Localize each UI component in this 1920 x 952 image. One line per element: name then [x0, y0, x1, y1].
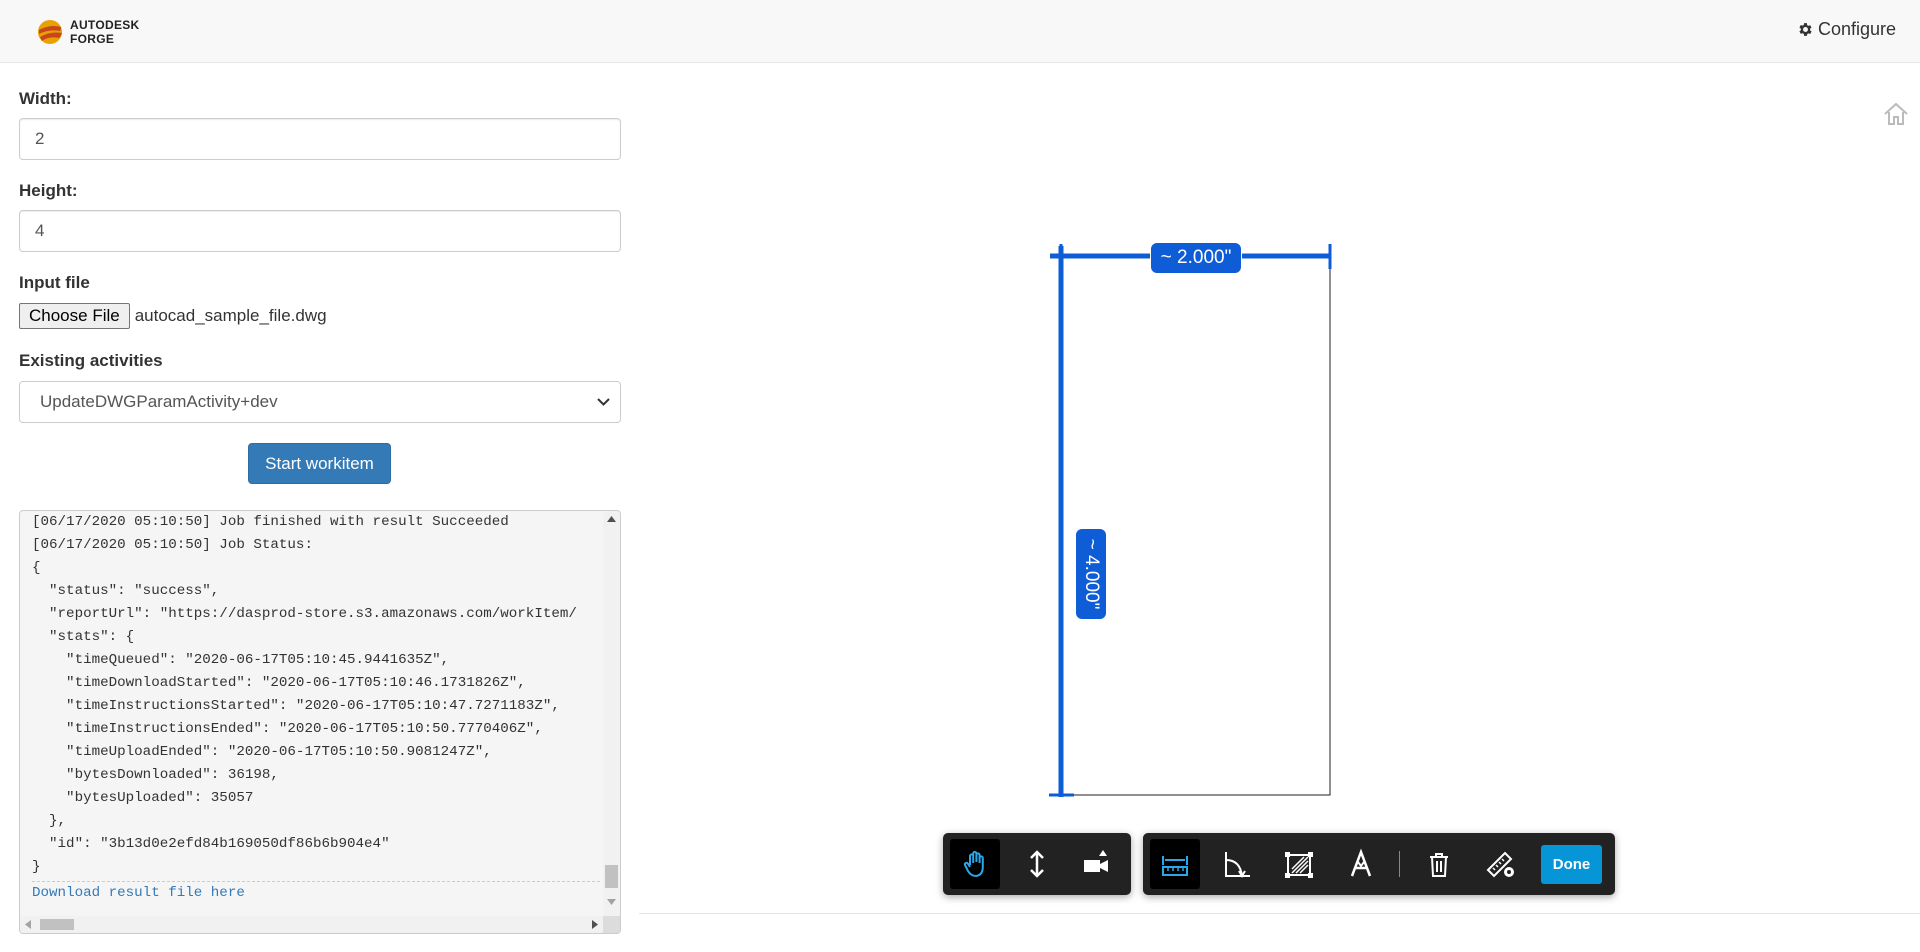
- choose-file-button[interactable]: Choose File: [19, 303, 130, 329]
- configure-label: Configure: [1817, 19, 1896, 39]
- log-line: },: [32, 813, 67, 829]
- area-icon: [1285, 852, 1313, 878]
- log-line: "timeUploadEnded": "2020-06-17T05:10:50.…: [32, 744, 492, 760]
- toolbar-separator: [1399, 851, 1400, 877]
- file-picker: Choose File autocad_sample_file.dwg: [19, 303, 327, 329]
- measure-settings-button[interactable]: [1476, 839, 1526, 889]
- horizontal-scroll-thumb[interactable]: [40, 919, 74, 930]
- log-line: "stats": {: [32, 629, 135, 645]
- horizontal-scrollbar[interactable]: [20, 916, 603, 933]
- configure-button[interactable]: Configure: [1797, 19, 1896, 40]
- log-line: "id": "3b13d0e2efd84b169050df86b6b904e4": [32, 836, 390, 852]
- log-line: "timeQueued": "2020-06-17T05:10:45.94416…: [32, 652, 450, 668]
- activities-select[interactable]: UpdateDWGParamActivity+dev: [19, 381, 621, 423]
- ruler-gear-icon: [1486, 851, 1514, 878]
- vertical-scroll-thumb[interactable]: [605, 865, 618, 888]
- forge-viewer[interactable]: ~ 2.000" ~ 4.000": [639, 63, 1920, 914]
- log-line: "reportUrl": "https://dasprod-store.s3.a…: [32, 606, 577, 622]
- zoom-tool-button[interactable]: [1012, 839, 1062, 889]
- log-content: [06/17/2020 05:10:50] Job finished with …: [32, 511, 600, 911]
- activities-selected-value: UpdateDWGParamActivity+dev: [40, 392, 278, 411]
- chevron-down-icon: [597, 398, 610, 406]
- input-file-label: Input file: [19, 273, 90, 292]
- activities-label: Existing activities: [19, 351, 163, 370]
- width-measurement-label[interactable]: ~ 2.000": [1150, 242, 1242, 274]
- log-line: [06/17/2020 05:10:50] Job finished with …: [32, 514, 509, 530]
- scrollbar-corner: [603, 916, 620, 933]
- scroll-left-arrow-icon[interactable]: [25, 920, 31, 929]
- log-line: [06/17/2020 05:10:50] Job Status:: [32, 537, 313, 553]
- top-navbar: AUTODESK FORGE Configure: [0, 0, 1920, 63]
- scroll-right-arrow-icon[interactable]: [592, 920, 598, 929]
- log-line: {: [32, 560, 41, 576]
- scroll-up-arrow-icon[interactable]: [607, 516, 616, 522]
- log-line: "bytesDownloaded": 36198,: [32, 767, 279, 783]
- video-camera-icon: [1084, 850, 1108, 872]
- hand-pan-icon: [963, 850, 984, 877]
- log-line: }: [32, 859, 41, 875]
- download-result-link[interactable]: Download result file here: [32, 882, 600, 905]
- log-line: "bytesUploaded": 35057: [32, 790, 254, 806]
- callout-a-icon: [1350, 848, 1372, 877]
- log-line: "timeInstructionsEnded": "2020-06-17T05:…: [32, 721, 543, 737]
- start-workitem-button[interactable]: Start workitem: [248, 443, 391, 484]
- autodesk-logo-icon: [38, 20, 62, 44]
- drawing-canvas[interactable]: [639, 63, 1920, 913]
- angle-measure-button[interactable]: [1212, 839, 1262, 889]
- brand-product: FORGE: [70, 32, 115, 46]
- height-label: Height:: [19, 181, 78, 200]
- gear-icon: [1799, 23, 1812, 36]
- log-line: "status": "success",: [32, 583, 220, 599]
- output-log[interactable]: [06/17/2020 05:10:50] Job finished with …: [19, 510, 621, 934]
- done-button[interactable]: Done: [1541, 845, 1602, 884]
- distance-ruler-icon: [1162, 856, 1188, 876]
- distance-measure-button[interactable]: [1150, 839, 1200, 889]
- selected-file-name: autocad_sample_file.dwg: [134, 306, 327, 325]
- angle-icon: [1225, 852, 1250, 878]
- vertical-scrollbar[interactable]: [603, 511, 620, 919]
- camera-tool-button[interactable]: [1071, 839, 1121, 889]
- log-line: "timeInstructionsStarted": "2020-06-17T0…: [32, 698, 560, 714]
- callout-measure-button[interactable]: [1336, 839, 1386, 889]
- height-input[interactable]: 4: [19, 210, 621, 252]
- delete-measurement-button[interactable]: [1414, 839, 1464, 889]
- measure-toolbar: Done: [1143, 833, 1615, 895]
- height-measurement-label[interactable]: ~ 4.000": [1075, 528, 1107, 620]
- zoom-updown-icon: [1030, 850, 1044, 878]
- width-input[interactable]: 2: [19, 118, 621, 160]
- log-line: "timeDownloadStarted": "2020-06-17T05:10…: [32, 675, 526, 691]
- navigation-toolbar: [943, 833, 1131, 895]
- pan-tool-button[interactable]: [950, 839, 1000, 889]
- scroll-down-arrow-icon[interactable]: [607, 899, 616, 905]
- trash-icon: [1430, 853, 1448, 877]
- brand-name: AUTODESK: [70, 18, 140, 32]
- width-label: Width:: [19, 89, 72, 108]
- area-measure-button[interactable]: [1274, 839, 1324, 889]
- rectangle-entity: [1060, 256, 1331, 796]
